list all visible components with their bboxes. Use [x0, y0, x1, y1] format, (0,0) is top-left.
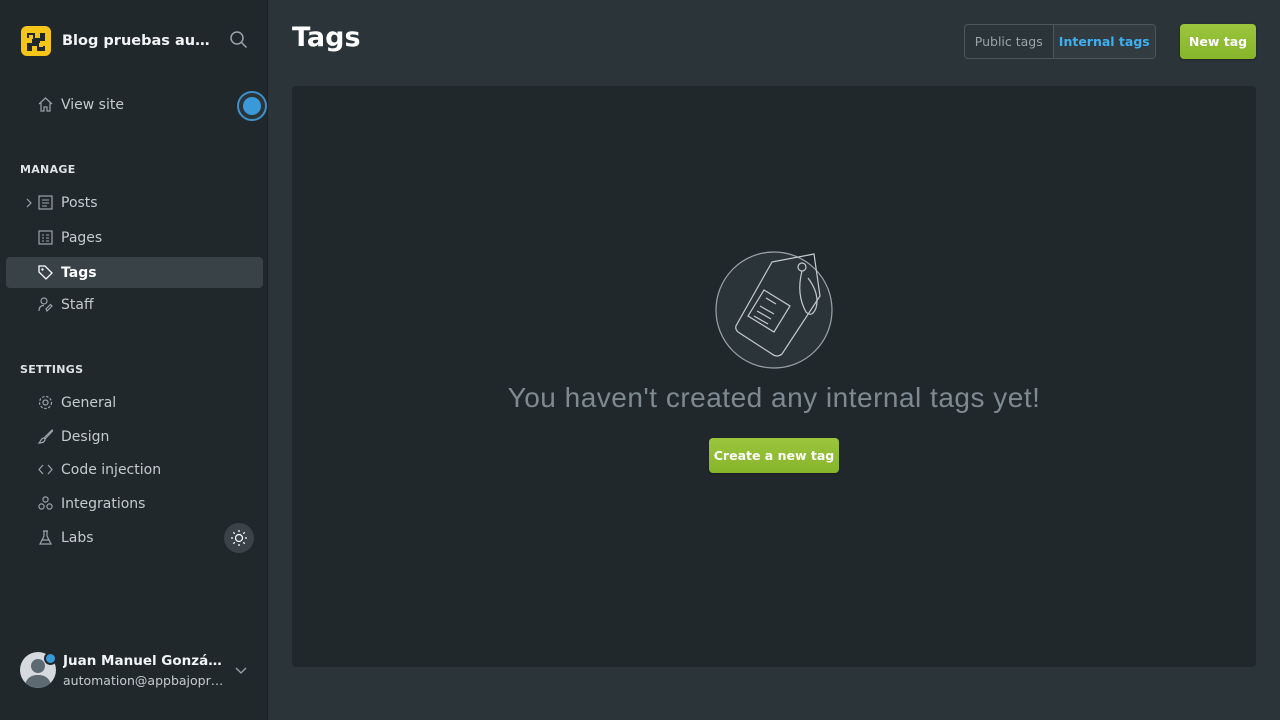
gear-icon — [36, 394, 54, 412]
sidebar-item-label: Design — [61, 428, 110, 445]
sidebar-item-label: Pages — [61, 229, 103, 246]
pages-icon — [36, 229, 54, 247]
sidebar-item-label: Integrations — [61, 495, 146, 512]
public-tags-tab[interactable]: Public tags — [965, 25, 1054, 58]
empty-state-message: You haven't created any internal tags ye… — [507, 382, 1041, 413]
blog-title: Blog pruebas automatizadas — [62, 33, 214, 49]
sidebar-item-code-injection[interactable]: Code injection — [6, 454, 263, 485]
code-icon — [36, 461, 54, 479]
chevron-down-icon[interactable] — [234, 665, 248, 675]
new-tag-button[interactable]: New tag — [1180, 24, 1256, 59]
sidebar-item-label: Staff — [61, 296, 94, 313]
tag-type-switcher: Public tags Internal tags — [964, 24, 1156, 59]
flask-icon — [36, 529, 54, 547]
blog-logo-icon — [21, 26, 51, 56]
tag-illustration-icon — [715, 251, 833, 369]
view-site-label: View site — [61, 96, 124, 113]
sidebar-item-label: Tags — [61, 264, 97, 281]
sidebar-item-general[interactable]: General — [6, 387, 263, 418]
settings-section-label: SETTINGS — [20, 363, 84, 376]
sidebar-item-tags[interactable]: Tags — [6, 257, 263, 288]
sidebar-item-design[interactable]: Design — [6, 421, 263, 452]
brush-icon — [36, 428, 54, 446]
tag-icon — [36, 264, 54, 282]
chevron-right-icon[interactable] — [24, 197, 34, 209]
internal-tags-tab[interactable]: Internal tags — [1053, 25, 1155, 58]
create-tag-button[interactable]: Create a new tag — [709, 438, 839, 473]
posts-icon — [36, 194, 54, 212]
whats-new-indicator[interactable] — [237, 91, 267, 121]
sidebar-item-staff[interactable]: Staff — [6, 289, 263, 320]
sidebar-item-label: Labs — [61, 529, 94, 546]
notification-dot — [44, 652, 57, 665]
sun-icon — [231, 530, 247, 546]
tags-panel — [292, 86, 1256, 667]
view-site-link[interactable]: View site — [6, 89, 263, 120]
manage-section-label: MANAGE — [20, 163, 76, 176]
blog-brand[interactable]: Blog pruebas automatizadas — [20, 24, 214, 58]
search-icon[interactable] — [229, 30, 249, 50]
user-email: automation@appbajopruebas.com — [63, 672, 225, 688]
home-icon — [36, 96, 54, 114]
sidebar-item-label: General — [61, 394, 117, 411]
sidebar-item-label: Posts — [61, 194, 98, 211]
page-title: Tags — [292, 22, 361, 53]
sidebar: Blog pruebas automatizadas View site MAN… — [0, 0, 268, 720]
integrations-icon — [36, 495, 54, 513]
sidebar-item-posts[interactable]: Posts — [6, 187, 263, 218]
sidebar-item-integrations[interactable]: Integrations — [6, 488, 263, 519]
theme-toggle-button[interactable] — [224, 523, 254, 553]
sidebar-item-pages[interactable]: Pages — [6, 222, 263, 253]
staff-icon — [36, 296, 54, 314]
user-name: Juan Manuel González Hernández — [63, 652, 225, 669]
sidebar-item-label: Code injection — [61, 461, 162, 478]
